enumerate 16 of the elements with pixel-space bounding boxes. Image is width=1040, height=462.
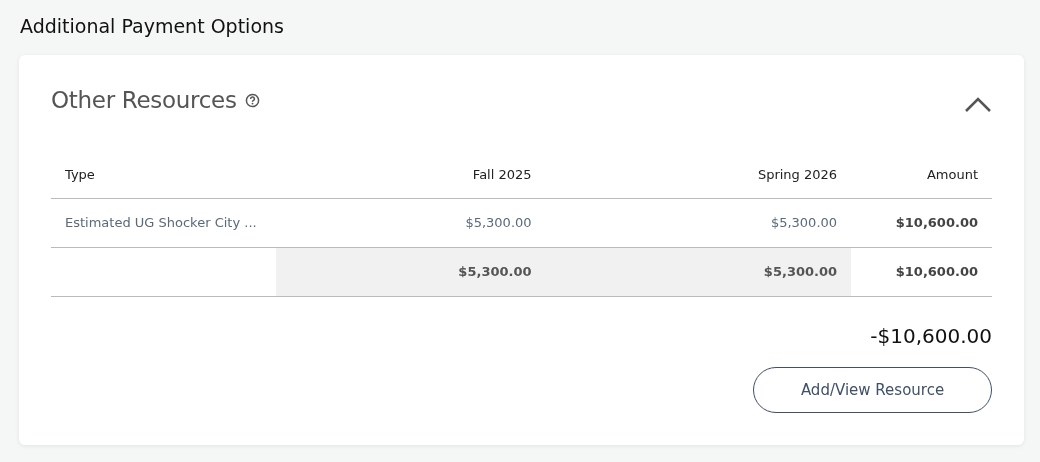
total-cell: $10,600.00	[851, 247, 992, 297]
total-cell: $5,300.00	[545, 247, 852, 297]
column-header: Amount	[851, 151, 992, 199]
column-header: Fall 2025	[276, 151, 546, 199]
page-title: Additional Payment Options	[19, 14, 285, 38]
section-title: Other Resources	[51, 86, 237, 115]
net-total: -$10,600.00	[870, 323, 992, 350]
help-icon[interactable]	[244, 92, 260, 108]
table-cell: $5,300.00	[276, 198, 546, 248]
table-cell: Estimated UG Shocker City ...	[51, 198, 276, 248]
column-header: Type	[51, 151, 276, 199]
table-cell: $5,300.00	[545, 198, 852, 248]
total-cell: $5,300.00	[276, 247, 546, 297]
add-view-resource-button[interactable]: Add/View Resource	[753, 367, 992, 413]
column-header: Spring 2026	[545, 151, 852, 199]
table-cell: $10,600.00	[851, 198, 992, 248]
